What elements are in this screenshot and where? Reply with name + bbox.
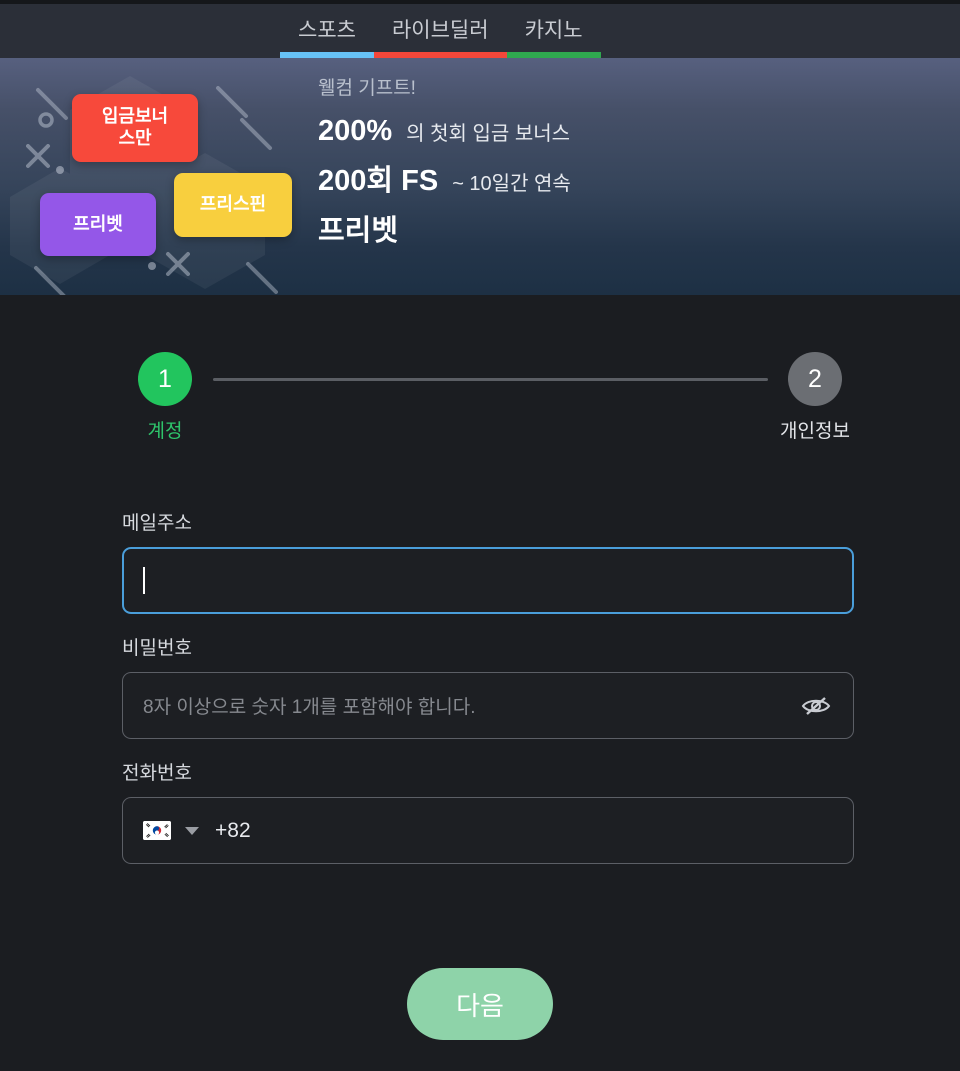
email-label: 메일주소: [122, 513, 192, 534]
stepper-step-account-label: 계정: [147, 421, 183, 442]
next-button[interactable]: 다음: [407, 968, 553, 1040]
tab-live-dealer[interactable]: 라이브딜러: [373, 4, 507, 58]
password-input[interactable]: 8자 이상으로 숫자 1개를 포함해야 합니다.: [122, 672, 854, 739]
registration-stepper: 1 계정 2 개인정보: [138, 352, 850, 452]
banner-line-2-rest: ~ 10일간 연속: [452, 173, 571, 195]
stepper-step-personal-info-label: 개인정보: [780, 421, 850, 442]
registration-page: 스포츠 라이브딜러 카지노 입금보너 스만 프리스핀 프리벳 웰컴 기프트! 2…: [0, 0, 960, 1071]
registration-form: 메일주소 비밀번호 8자 이상으로 숫자 1개를 포함해야 합니다. 전화번호: [122, 508, 854, 883]
banner-line-2: 200회 FS ~ 10일간 연속: [318, 161, 918, 204]
promo-banner[interactable]: 입금보너 스만 프리스핀 프리벳 웰컴 기프트! 200% 의 첫회 입금 보너스…: [0, 58, 960, 295]
banner-copy: 웰컴 기프트! 200% 의 첫회 입금 보너스 200회 FS ~ 10일간 …: [318, 74, 918, 251]
phone-input[interactable]: +82: [122, 797, 854, 864]
eye-off-icon[interactable]: [799, 693, 833, 719]
tab-casino-label: 카지노: [524, 19, 583, 42]
stepper-step-account-circle: 1: [138, 352, 192, 406]
email-input[interactable]: [122, 547, 854, 614]
banner-line-1-rest: 의 첫회 입금 보너스: [406, 123, 571, 145]
banner-line-1: 200% 의 첫회 입금 보너스: [318, 111, 918, 154]
badge-deposit-bonus-label: 입금보너 스만: [101, 106, 169, 148]
tab-list: 스포츠 라이브딜러 카지노: [280, 4, 601, 58]
phone-field-group: 전화번호 +82: [122, 758, 854, 864]
badge-free-spin: 프리스핀: [174, 173, 292, 237]
banner-line-1-strong: 200%: [318, 115, 393, 147]
text-caret: [143, 567, 145, 594]
kr-flag-icon: [143, 821, 171, 840]
badge-deposit-bonus: 입금보너 스만: [72, 94, 198, 162]
phone-label: 전화번호: [122, 763, 192, 784]
tab-live-dealer-label: 라이브딜러: [391, 19, 489, 42]
stepper-step-account[interactable]: 1 계정: [110, 352, 220, 443]
stepper-connector-line: [213, 378, 768, 381]
password-placeholder: 8자 이상으로 숫자 1개를 포함해야 합니다.: [143, 697, 476, 718]
tab-sports[interactable]: 스포츠: [280, 4, 374, 58]
password-label: 비밀번호: [122, 638, 192, 659]
tab-casino[interactable]: 카지노: [506, 4, 601, 58]
banner-line-3: 프리벳: [318, 215, 399, 247]
stepper-step-personal-info[interactable]: 2 개인정보: [760, 352, 870, 443]
phone-dial-code: +82: [215, 818, 251, 842]
badge-free-bet: 프리벳: [40, 193, 156, 256]
banner-line-2-strong: 200회 FS: [318, 165, 439, 197]
stepper-step-personal-info-circle: 2: [788, 352, 842, 406]
top-tab-bar: 스포츠 라이브딜러 카지노: [0, 4, 960, 58]
password-field-group: 비밀번호 8자 이상으로 숫자 1개를 포함해야 합니다.: [122, 633, 854, 739]
badge-free-bet-label: 프리벳: [73, 213, 123, 234]
email-field-group: 메일주소: [122, 508, 854, 614]
tab-sports-label: 스포츠: [298, 19, 356, 42]
banner-kicker: 웰컴 기프트!: [318, 78, 416, 99]
chevron-down-icon[interactable]: [185, 826, 199, 835]
submit-row: 다음: [0, 968, 960, 1040]
badge-free-spin-label: 프리스핀: [199, 194, 267, 215]
